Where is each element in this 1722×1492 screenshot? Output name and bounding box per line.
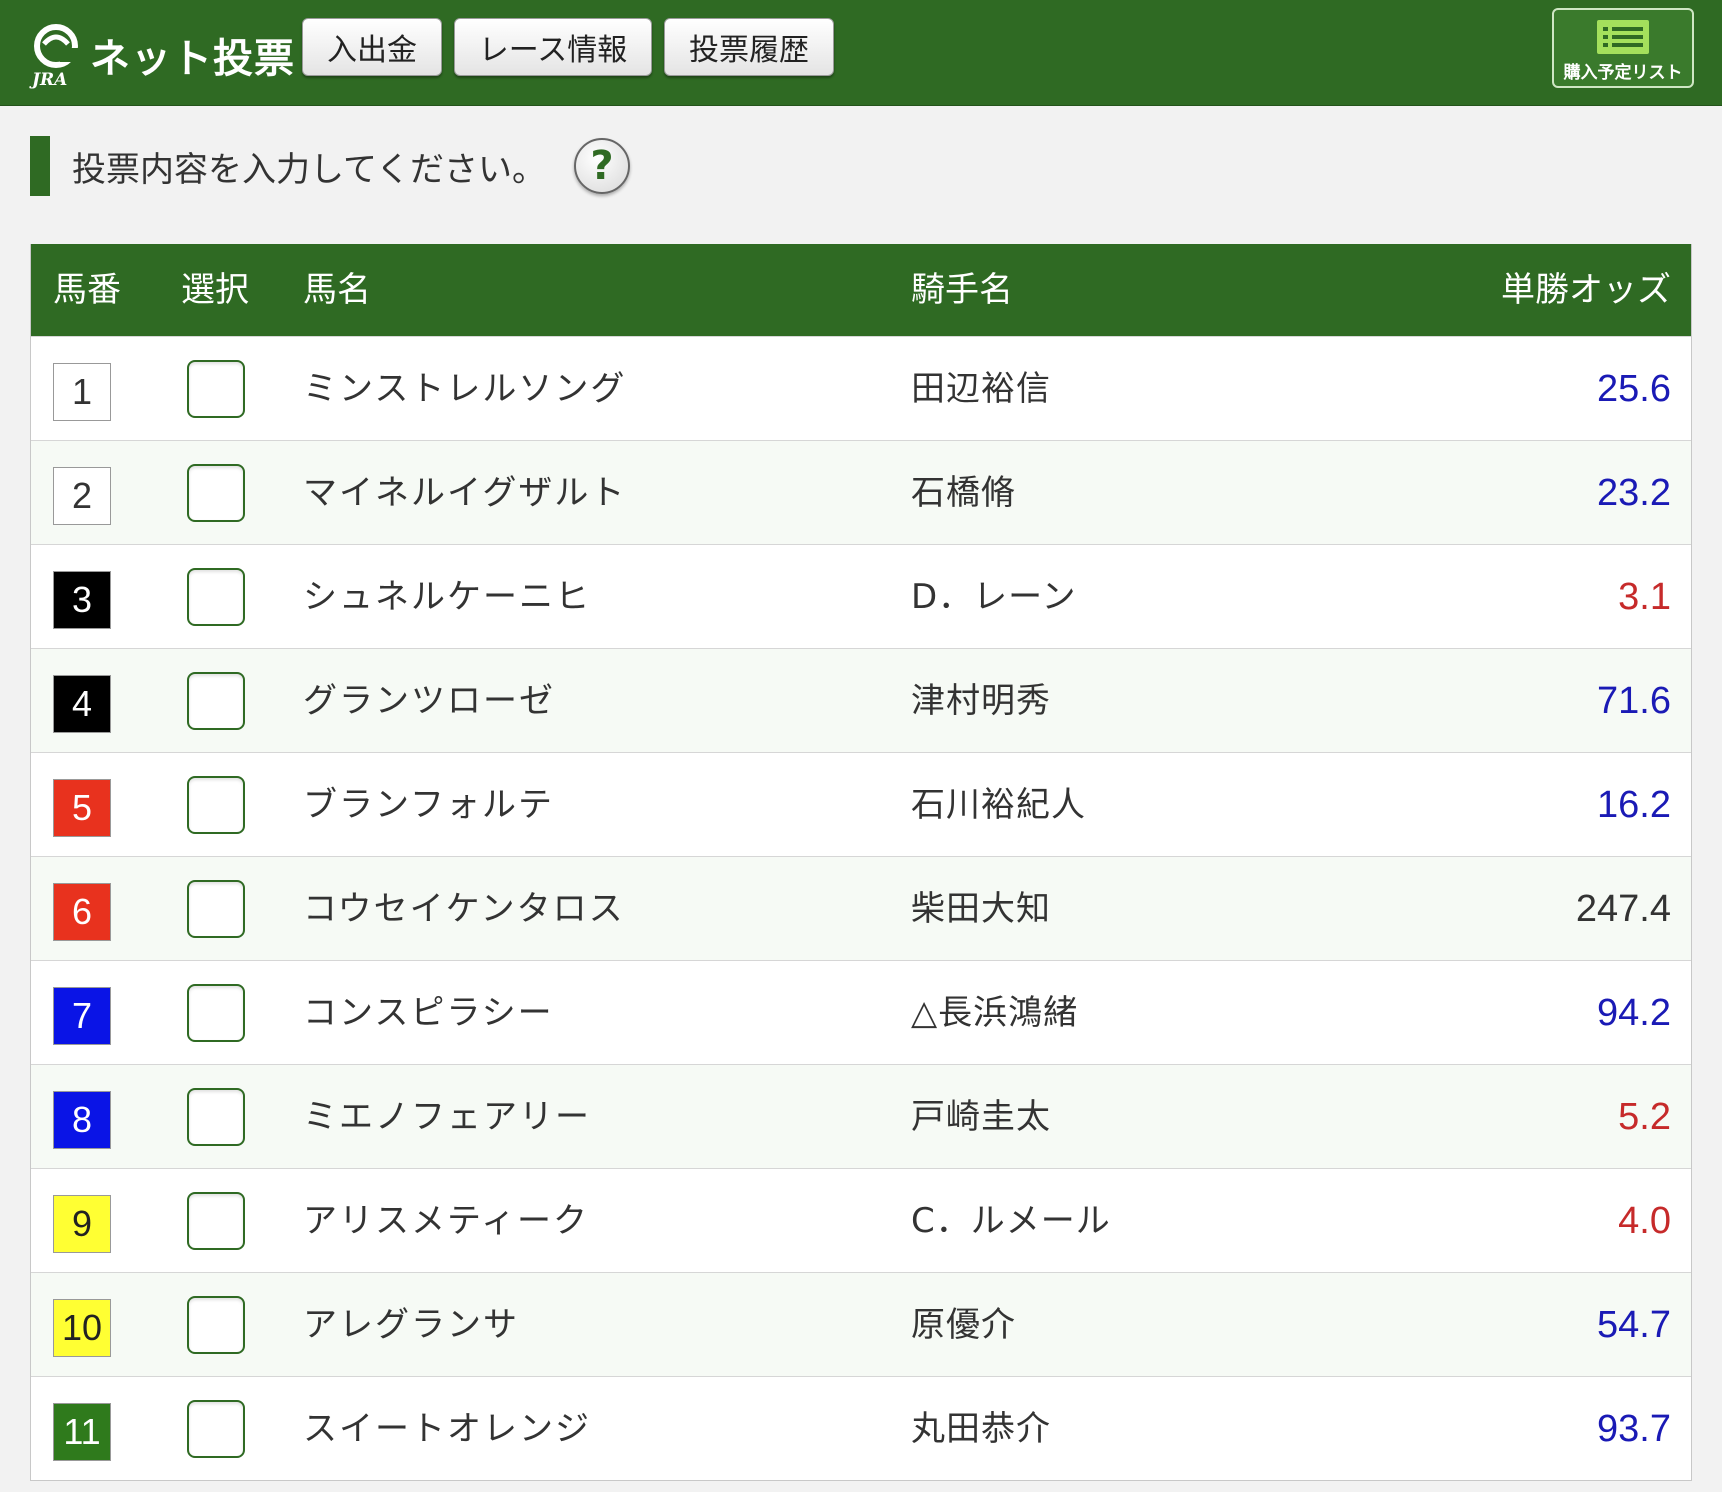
jockey-name: C．ルメール bbox=[911, 1201, 1111, 1241]
table-row[interactable]: 4 グランツローゼ 津村明秀 71.6 bbox=[31, 648, 1691, 752]
horse-name: ミンストレルソング bbox=[303, 369, 627, 409]
table-row[interactable]: 7 コンスピラシー △長浜鴻緒 94.2 bbox=[31, 960, 1691, 1064]
horse-number-badge: 3 bbox=[53, 571, 111, 629]
horse-number-badge: 5 bbox=[53, 779, 111, 837]
horse-name: ミエノフェアリー bbox=[303, 1097, 591, 1137]
table-body: 1 ミンストレルソング 田辺裕信 25.6 2 マイネルイグザルト 石橋脩 23.2 3 シュネル… bbox=[31, 336, 1691, 1480]
horse-table: 馬番 選択 馬名 騎手名 単勝オッズ 1 ミンストレルソング 田辺裕信 25.6 2 マイ… bbox=[30, 244, 1692, 1481]
top-bar: JRA ネット投票 入出金 レース情報 投票履歴 購入予定リスト bbox=[0, 0, 1722, 106]
table-header: 馬番 選択 馬名 騎手名 単勝オッズ bbox=[31, 244, 1691, 336]
col-header-number: 馬番 bbox=[53, 270, 121, 310]
jockey-name: 戸崎圭太 bbox=[911, 1097, 1051, 1137]
win-odds: 247.4 bbox=[1575, 888, 1671, 930]
table-row[interactable]: 5 ブランフォルテ 石川裕紀人 16.2 bbox=[31, 752, 1691, 856]
horse-name: アレグランサ bbox=[303, 1305, 519, 1345]
table-row[interactable]: 1 ミンストレルソング 田辺裕信 25.6 bbox=[31, 336, 1691, 440]
win-odds: 54.7 bbox=[1597, 1304, 1671, 1346]
jockey-name: 田辺裕信 bbox=[911, 369, 1051, 409]
win-odds: 93.7 bbox=[1597, 1408, 1671, 1450]
win-odds: 5.2 bbox=[1618, 1096, 1671, 1138]
horse-number-badge: 4 bbox=[53, 675, 111, 733]
vote-history-button[interactable]: 投票履歴 bbox=[664, 18, 834, 76]
select-checkbox[interactable] bbox=[187, 360, 245, 418]
jockey-name: 石橋脩 bbox=[911, 473, 1016, 513]
logo-jra-text: JRA bbox=[32, 70, 68, 90]
horse-name: シュネルケーニヒ bbox=[303, 577, 591, 617]
horse-number-badge: 9 bbox=[53, 1195, 111, 1253]
win-odds: 4.0 bbox=[1618, 1200, 1671, 1242]
col-header-horse: 馬名 bbox=[303, 270, 371, 310]
win-odds: 23.2 bbox=[1597, 472, 1671, 514]
table-row[interactable]: 11 スイートオレンジ 丸田恭介 93.7 bbox=[31, 1376, 1691, 1480]
table-row[interactable]: 8 ミエノフェアリー 戸崎圭太 5.2 bbox=[31, 1064, 1691, 1168]
jockey-name: 原優介 bbox=[911, 1305, 1016, 1345]
select-checkbox[interactable] bbox=[187, 1296, 245, 1354]
race-info-button[interactable]: レース情報 bbox=[454, 18, 652, 76]
table-row[interactable]: 10 アレグランサ 原優介 54.7 bbox=[31, 1272, 1691, 1376]
jockey-name: 石川裕紀人 bbox=[911, 785, 1086, 825]
horse-name: コウセイケンタロス bbox=[303, 889, 625, 929]
horse-name: アリスメティーク bbox=[303, 1201, 589, 1241]
purchase-list-button[interactable]: 購入予定リスト bbox=[1552, 8, 1694, 88]
select-checkbox[interactable] bbox=[187, 880, 245, 938]
select-checkbox[interactable] bbox=[187, 984, 245, 1042]
horse-number-badge: 7 bbox=[53, 987, 111, 1045]
col-header-win-odds: 単勝オッズ bbox=[1501, 270, 1671, 310]
table-row[interactable]: 3 シュネルケーニヒ D．レーン 3.1 bbox=[31, 544, 1691, 648]
win-odds: 16.2 bbox=[1597, 784, 1671, 826]
instruction-text: 投票内容を入力してください。 bbox=[72, 149, 546, 190]
jockey-name: 丸田恭介 bbox=[911, 1409, 1051, 1449]
select-checkbox[interactable] bbox=[187, 568, 245, 626]
instruction-heading: 投票内容を入力してください。 ? bbox=[30, 136, 630, 196]
table-row[interactable]: 2 マイネルイグザルト 石橋脩 23.2 bbox=[31, 440, 1691, 544]
select-checkbox[interactable] bbox=[187, 1088, 245, 1146]
horse-number-badge: 11 bbox=[53, 1403, 111, 1461]
jra-horseshoe-icon: JRA bbox=[30, 22, 86, 90]
jockey-name: 津村明秀 bbox=[911, 681, 1051, 721]
select-checkbox[interactable] bbox=[187, 776, 245, 834]
table-row[interactable]: 9 アリスメティーク C．ルメール 4.0 bbox=[31, 1168, 1691, 1272]
win-odds: 71.6 bbox=[1597, 680, 1671, 722]
select-checkbox[interactable] bbox=[187, 464, 245, 522]
deposit-withdraw-button[interactable]: 入出金 bbox=[302, 18, 442, 76]
col-header-select: 選択 bbox=[181, 270, 249, 310]
jra-logo[interactable]: JRA ネット投票 bbox=[30, 20, 295, 90]
select-checkbox[interactable] bbox=[187, 672, 245, 730]
horse-number-badge: 2 bbox=[53, 467, 111, 525]
horse-number-badge: 10 bbox=[53, 1299, 111, 1357]
horse-name: スイートオレンジ bbox=[303, 1409, 591, 1449]
select-checkbox[interactable] bbox=[187, 1400, 245, 1458]
col-header-jockey: 騎手名 bbox=[911, 270, 1013, 310]
help-button[interactable]: ? bbox=[573, 138, 630, 194]
jockey-name: 柴田大知 bbox=[911, 889, 1051, 929]
main-nav: 入出金 レース情報 投票履歴 bbox=[302, 18, 846, 76]
win-odds: 3.1 bbox=[1618, 576, 1671, 618]
win-odds: 25.6 bbox=[1597, 368, 1671, 410]
jockey-name: △長浜鴻緒 bbox=[911, 993, 1079, 1033]
jockey-name: D．レーン bbox=[911, 577, 1077, 617]
purchase-list-label: 購入予定リスト bbox=[1563, 63, 1683, 83]
horse-name: コンスピラシー bbox=[303, 993, 554, 1033]
heading-accent-bar bbox=[30, 136, 50, 196]
horse-number-badge: 8 bbox=[53, 1091, 111, 1149]
select-checkbox[interactable] bbox=[187, 1192, 245, 1250]
app-title: ネット投票 bbox=[90, 36, 295, 82]
list-icon bbox=[1597, 20, 1649, 54]
win-odds: 94.2 bbox=[1597, 992, 1671, 1034]
horse-name: マイネルイグザルト bbox=[303, 473, 627, 513]
horse-number-badge: 6 bbox=[53, 883, 111, 941]
horse-name: グランツローゼ bbox=[303, 681, 555, 721]
table-row[interactable]: 6 コウセイケンタロス 柴田大知 247.4 bbox=[31, 856, 1691, 960]
horse-number-badge: 1 bbox=[53, 363, 111, 421]
horse-name: ブランフォルテ bbox=[303, 785, 554, 825]
